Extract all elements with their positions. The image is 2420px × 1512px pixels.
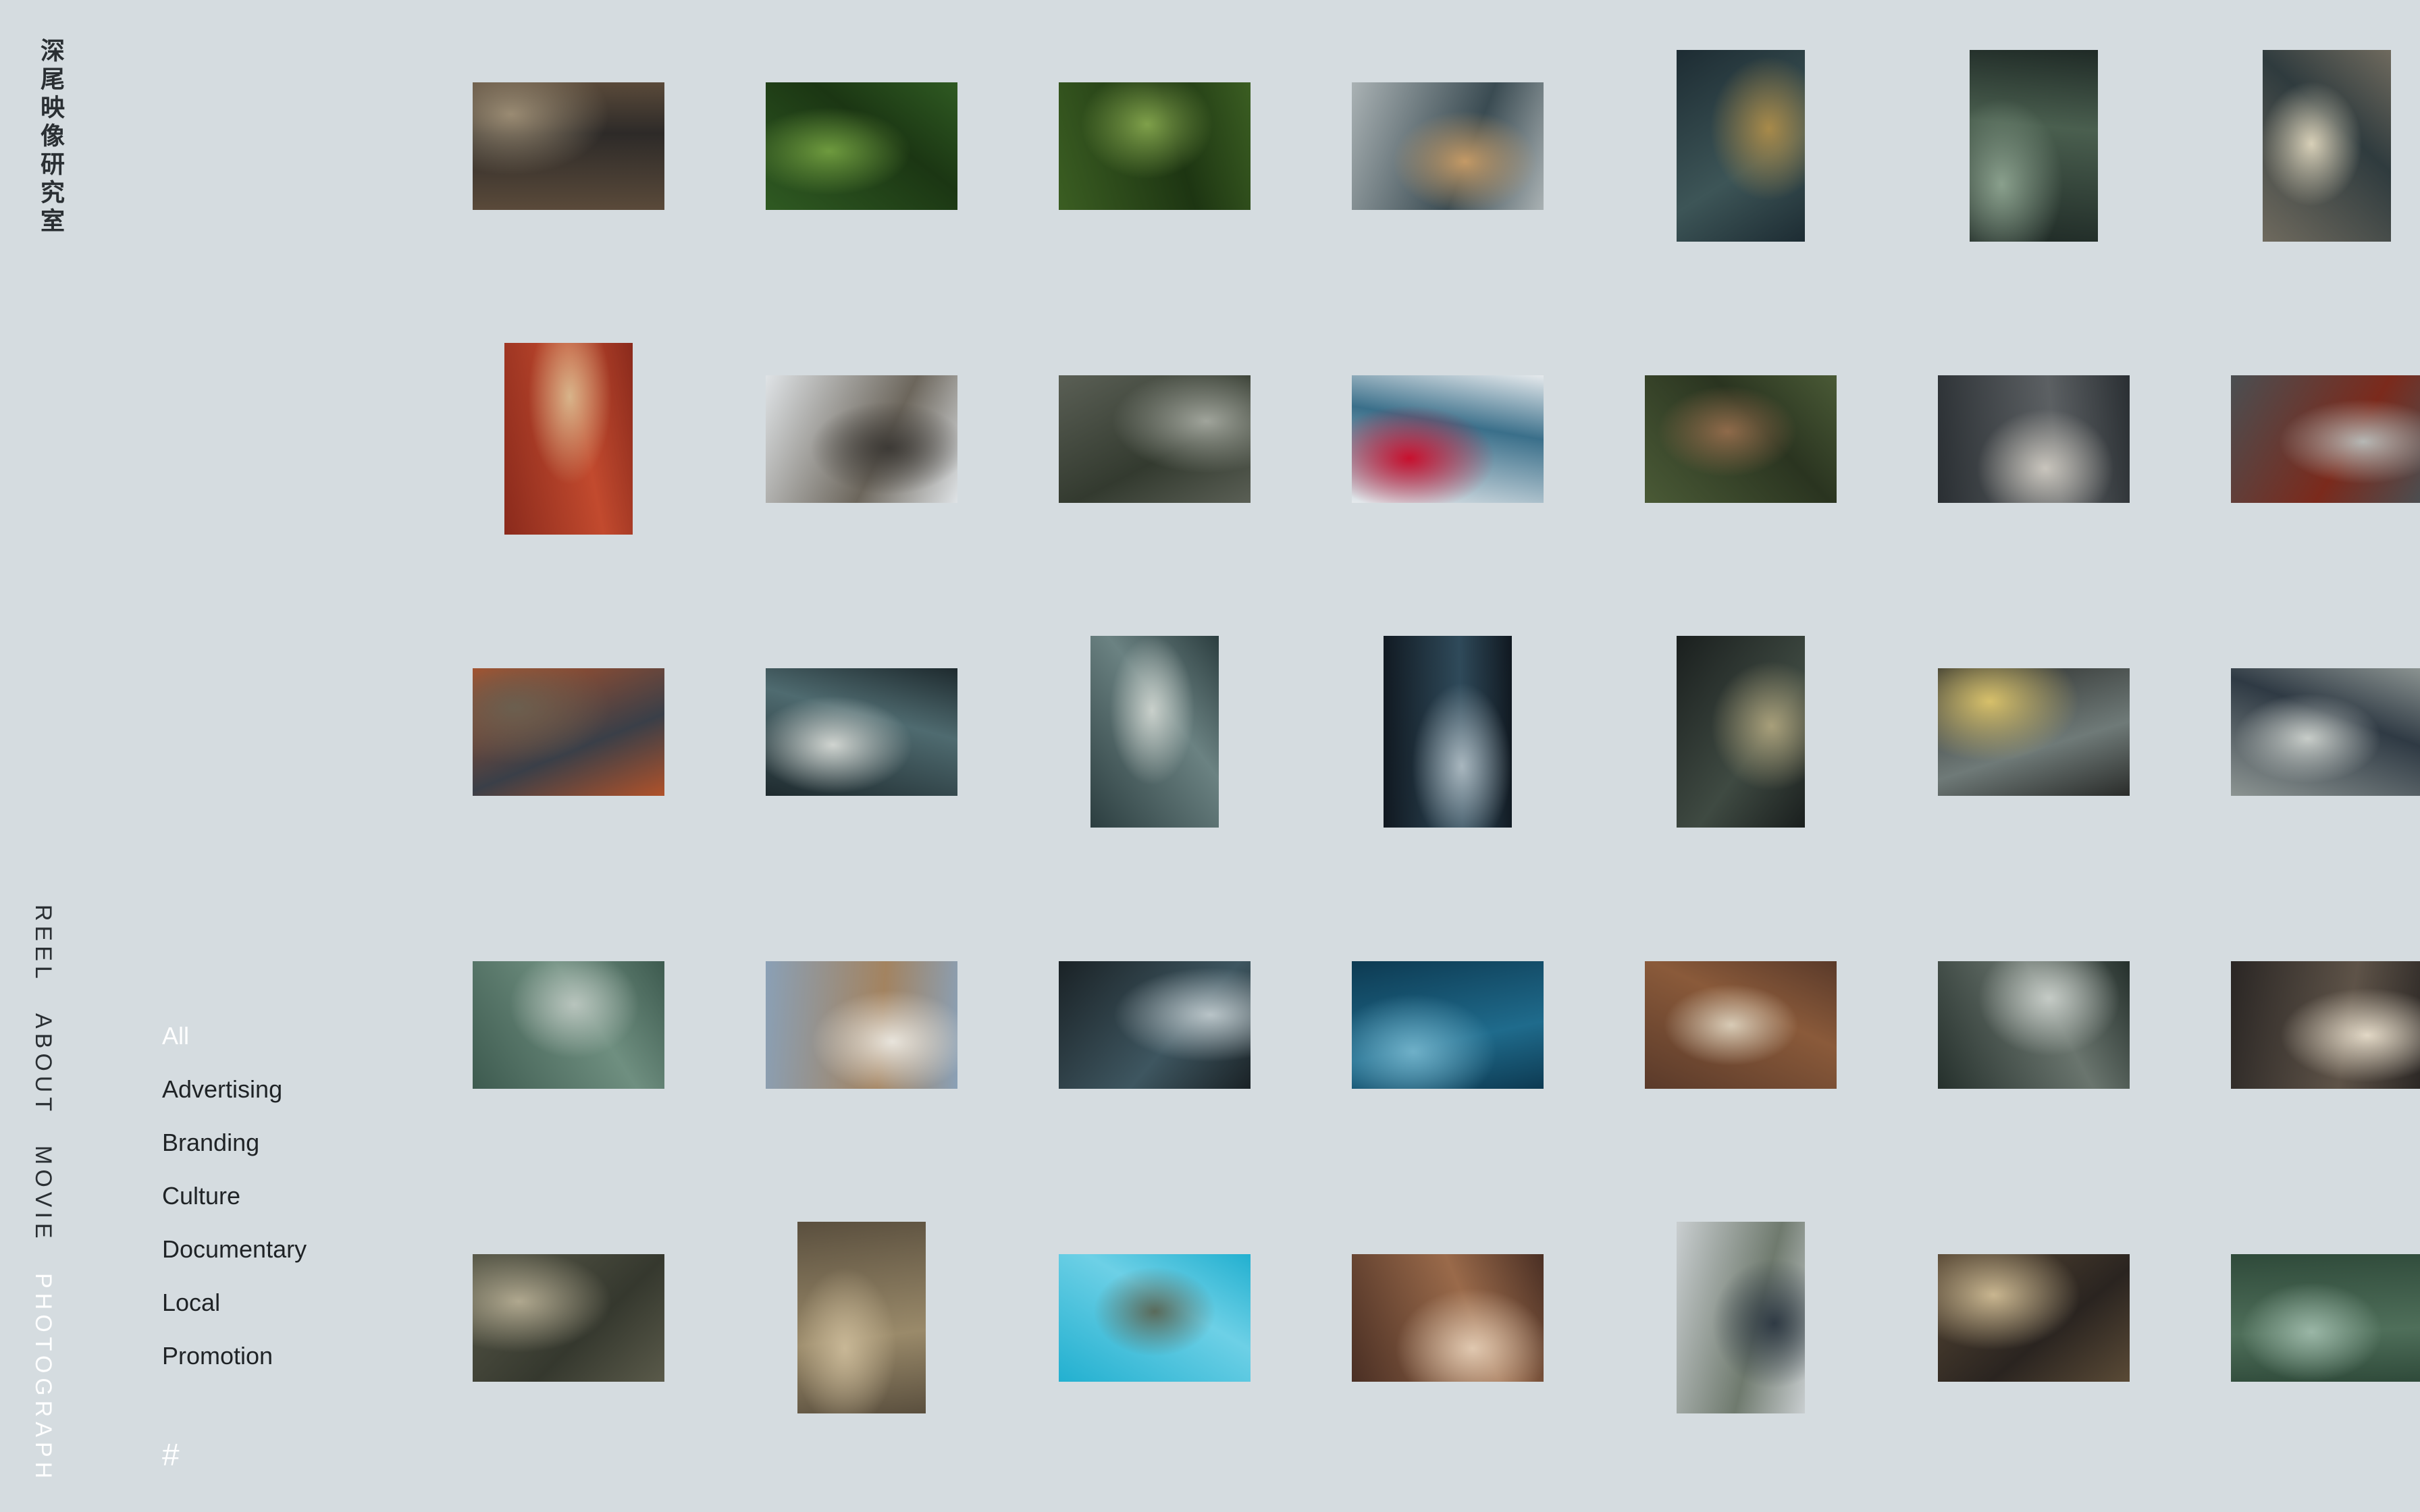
photo-thumbnail xyxy=(797,1222,926,1413)
photo-item[interactable] xyxy=(1059,1222,1251,1413)
photo-item[interactable] xyxy=(473,636,664,828)
photo-thumbnail xyxy=(1645,961,1837,1089)
photo-item[interactable] xyxy=(1352,929,1544,1120)
photo-item[interactable] xyxy=(1352,636,1544,828)
photo-item[interactable] xyxy=(2231,1222,2420,1413)
photo-item[interactable] xyxy=(1938,636,2130,828)
main-nav: REEL ABOUT MOVIE PHOTOGRAPH EN xyxy=(30,905,56,1512)
category-branding[interactable]: Branding xyxy=(162,1128,307,1158)
photo-thumbnail xyxy=(2231,668,2420,796)
photo-thumbnail xyxy=(1938,1253,2130,1382)
photo-item[interactable] xyxy=(1352,1222,1544,1413)
photo-thumbnail xyxy=(504,343,633,535)
photo-thumbnail xyxy=(1352,82,1544,210)
photo-thumbnail xyxy=(2231,1253,2420,1382)
photo-item[interactable] xyxy=(766,929,957,1120)
photo-thumbnail xyxy=(473,82,664,210)
photo-item[interactable] xyxy=(2231,636,2420,828)
photo-thumbnail xyxy=(2263,50,2391,242)
photo-item[interactable] xyxy=(1938,929,2130,1120)
photo-item[interactable] xyxy=(1059,929,1251,1120)
photo-item[interactable] xyxy=(766,1222,957,1413)
category-documentary[interactable]: Documentary xyxy=(162,1235,307,1264)
photo-thumbnail xyxy=(1352,375,1544,503)
photo-item[interactable] xyxy=(1645,929,1837,1120)
photo-item[interactable] xyxy=(2231,929,2420,1120)
photo-item[interactable] xyxy=(1938,50,2130,242)
category-advertising[interactable]: Advertising xyxy=(162,1075,307,1104)
photo-thumbnail xyxy=(1352,961,1544,1089)
photo-item[interactable] xyxy=(1938,343,2130,535)
photo-item[interactable] xyxy=(1059,50,1251,242)
category-culture[interactable]: Culture xyxy=(162,1181,307,1211)
photo-item[interactable] xyxy=(1059,343,1251,535)
photo-thumbnail xyxy=(473,1253,664,1382)
photo-thumbnail xyxy=(2231,961,2420,1089)
site-logo[interactable]: 深尾映像研究室 xyxy=(32,38,68,236)
photo-thumbnail xyxy=(1059,375,1251,503)
photo-thumbnail xyxy=(1938,961,2130,1089)
photo-item[interactable] xyxy=(1059,636,1251,828)
nav-movie[interactable]: MOVIE xyxy=(30,1145,56,1243)
photo-grid xyxy=(473,50,2420,1413)
photo-item[interactable] xyxy=(1645,343,1837,535)
photo-thumbnail xyxy=(1090,636,1219,828)
photo-item[interactable] xyxy=(1645,1222,1837,1413)
photo-thumbnail xyxy=(1677,1222,1805,1413)
photo-thumbnail xyxy=(1938,375,2130,503)
photo-thumbnail xyxy=(473,668,664,796)
photo-thumbnail xyxy=(1059,1253,1251,1382)
nav-about[interactable]: ABOUT xyxy=(30,1013,56,1116)
photo-thumbnail xyxy=(1059,961,1251,1089)
category-filter-list: All Advertising Branding Culture Documen… xyxy=(162,1021,307,1371)
photo-thumbnail xyxy=(1677,50,1805,242)
photo-item[interactable] xyxy=(473,1222,664,1413)
hashtag-link[interactable]: # xyxy=(162,1436,180,1473)
photo-item[interactable] xyxy=(766,50,957,242)
photo-item[interactable] xyxy=(473,343,664,535)
category-all[interactable]: All xyxy=(162,1021,307,1051)
photo-thumbnail xyxy=(1677,636,1805,828)
photo-thumbnail xyxy=(766,961,957,1089)
photo-thumbnail xyxy=(1645,375,1837,503)
photo-item[interactable] xyxy=(1352,50,1544,242)
photo-thumbnail xyxy=(1938,668,2130,796)
photo-item[interactable] xyxy=(473,50,664,242)
photo-thumbnail xyxy=(1970,50,2098,242)
photo-thumbnail xyxy=(2231,375,2420,503)
photo-item[interactable] xyxy=(1645,50,1837,242)
photo-thumbnail xyxy=(766,668,957,796)
nav-reel[interactable]: REEL xyxy=(30,905,56,983)
photo-thumbnail xyxy=(1384,636,1512,828)
photo-thumbnail xyxy=(1352,1253,1544,1382)
photo-thumbnail xyxy=(766,82,957,210)
photo-item[interactable] xyxy=(1938,1222,2130,1413)
photo-item[interactable] xyxy=(473,929,664,1120)
nav-photograph[interactable]: PHOTOGRAPH xyxy=(30,1273,56,1483)
photo-item[interactable] xyxy=(766,636,957,828)
photo-item[interactable] xyxy=(2231,50,2420,242)
photo-item[interactable] xyxy=(1352,343,1544,535)
category-local[interactable]: Local xyxy=(162,1288,307,1318)
photo-item[interactable] xyxy=(2231,343,2420,535)
photo-item[interactable] xyxy=(766,343,957,535)
category-promotion[interactable]: Promotion xyxy=(162,1341,307,1371)
photo-thumbnail xyxy=(766,375,957,503)
photo-thumbnail xyxy=(1059,82,1251,210)
photo-thumbnail xyxy=(473,961,664,1089)
photo-item[interactable] xyxy=(1645,636,1837,828)
